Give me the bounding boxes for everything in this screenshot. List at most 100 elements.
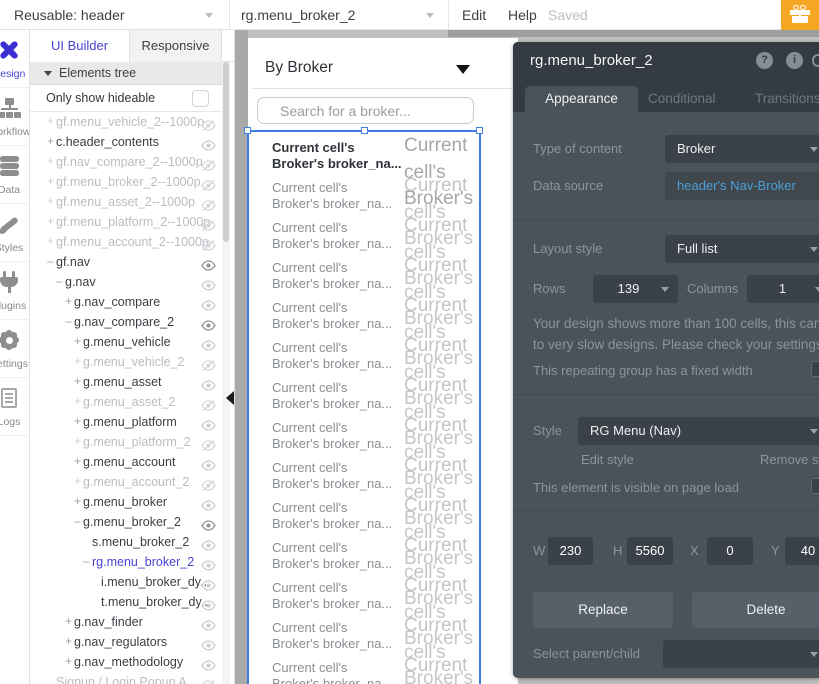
expand-icon[interactable]: +	[46, 172, 55, 192]
tree-item-gf-menu_broker_2-1000p[interactable]: + gf.menu_broker_2--1000p	[30, 172, 222, 192]
visible-on-load-checkbox[interactable]	[811, 478, 819, 494]
rail-item-settings[interactable]: Settings	[0, 320, 29, 378]
width-input[interactable]: 230	[548, 537, 593, 565]
tree-item-signup-login-popup-a[interactable]: Signup / Login Popup A	[30, 672, 222, 684]
columns-dropdown[interactable]: 1	[747, 275, 819, 303]
type-of-content-dropdown[interactable]: Broker	[665, 135, 819, 163]
collapse-icon[interactable]: –	[82, 552, 91, 572]
tab-ui-builder[interactable]: UI Builder	[30, 30, 130, 62]
resize-handle[interactable]	[361, 127, 368, 134]
rail-item-plugins[interactable]: Plugins	[0, 262, 29, 320]
expand-icon[interactable]: +	[73, 492, 82, 512]
tree-item-i-menu_broker_dy-[interactable]: i.menu_broker_dy...	[30, 572, 222, 592]
only-show-hideable-checkbox[interactable]	[192, 90, 209, 107]
tree-item-g-menu_broker[interactable]: + g.menu_broker	[30, 492, 222, 512]
tree-item-g-menu_vehicle[interactable]: + g.menu_vehicle	[30, 332, 222, 352]
tree-scrollbar[interactable]	[222, 62, 230, 684]
expand-icon[interactable]: +	[73, 472, 82, 492]
expand-icon[interactable]: +	[64, 652, 73, 672]
tree-item-gf-menu_asset_2-1000p[interactable]: + gf.menu_asset_2--1000p	[30, 192, 222, 212]
select-parent-dropdown[interactable]	[663, 640, 819, 668]
expand-icon[interactable]: +	[46, 232, 55, 252]
elements-tree-header[interactable]: Elements tree	[30, 62, 222, 85]
expand-icon[interactable]: +	[73, 392, 82, 412]
reusable-selector[interactable]: Reusable: header	[14, 0, 125, 30]
panel-collapse-icon[interactable]	[226, 391, 234, 405]
expand-icon[interactable]: +	[46, 212, 55, 232]
rail-item-workflow[interactable]: Workflow	[0, 88, 29, 146]
resize-handle[interactable]	[476, 127, 483, 134]
tab-conditional[interactable]: Conditional	[648, 86, 716, 112]
expand-icon[interactable]: +	[73, 372, 82, 392]
expand-icon[interactable]: +	[73, 352, 82, 372]
element-selector[interactable]: rg.menu_broker_2	[241, 0, 355, 30]
tree-item-g-menu_vehicle_2[interactable]: + g.menu_vehicle_2	[30, 352, 222, 372]
horizontal-scrollbar[interactable]	[448, 30, 819, 37]
expand-icon[interactable]: +	[46, 152, 55, 172]
expand-icon[interactable]: +	[73, 332, 82, 352]
fixed-width-checkbox[interactable]	[811, 361, 819, 377]
rail-item-data[interactable]: Data	[0, 146, 29, 204]
menu-edit[interactable]: Edit	[462, 0, 486, 30]
tree-item-g-nav[interactable]: – g.nav	[30, 272, 222, 292]
tree-item-g-nav_finder[interactable]: + g.nav_finder	[30, 612, 222, 632]
delete-button[interactable]: Delete	[692, 592, 819, 628]
tree-item-g-menu_asset_2[interactable]: + g.menu_asset_2	[30, 392, 222, 412]
tree-item-g-menu_account_2[interactable]: + g.menu_account_2	[30, 472, 222, 492]
expand-icon[interactable]: +	[73, 452, 82, 472]
menu-help[interactable]: Help	[508, 0, 537, 30]
rail-item-styles[interactable]: Styles	[0, 204, 29, 262]
y-input[interactable]: 40	[785, 537, 819, 565]
x-input[interactable]: 0	[707, 537, 753, 565]
tree-item-t-menu_broker_dy-[interactable]: t.menu_broker_dy...	[30, 592, 222, 612]
collapse-icon[interactable]: –	[46, 252, 55, 272]
rail-item-logs[interactable]: Logs	[0, 378, 29, 436]
tree-item-gf-menu_account_2-1000p[interactable]: + gf.menu_account_2--1000p	[30, 232, 222, 252]
tree-item-g-nav_compare[interactable]: + g.nav_compare	[30, 292, 222, 312]
chevron-down-icon[interactable]	[426, 13, 434, 18]
expand-icon[interactable]: +	[64, 632, 73, 652]
tree-item-g-nav_regulators[interactable]: + g.nav_regulators	[30, 632, 222, 652]
collapse-icon[interactable]: –	[64, 312, 73, 332]
resize-handle[interactable]	[244, 127, 251, 134]
tree-item-g-nav_methodology[interactable]: + g.nav_methodology	[30, 652, 222, 672]
rows-dropdown[interactable]: 139	[593, 275, 678, 303]
selection-outline[interactable]	[244, 127, 483, 684]
expand-icon[interactable]: +	[64, 292, 73, 312]
chat-icon[interactable]	[812, 54, 819, 67]
help-icon[interactable]: ?	[756, 52, 773, 69]
expand-icon[interactable]: +	[46, 192, 55, 212]
tree-item-gf-menu_platform_2-1000p[interactable]: + gf.menu_platform_2--1000p	[30, 212, 222, 232]
edit-style-link[interactable]: Edit style	[581, 452, 634, 467]
eye-slash-icon[interactable]	[201, 677, 216, 684]
chevron-down-icon[interactable]	[205, 13, 213, 18]
data-source-expression[interactable]: header's Nav-Broker	[665, 172, 819, 200]
expand-icon[interactable]: +	[64, 612, 73, 632]
tree-item-c-header_contents[interactable]: + c.header_contents	[30, 132, 222, 152]
height-input[interactable]: 5560	[627, 537, 673, 565]
replace-button[interactable]: Replace	[533, 592, 673, 628]
tree-item-rg-menu_broker_2[interactable]: – rg.menu_broker_2	[30, 552, 222, 572]
whats-new-button[interactable]	[781, 0, 819, 30]
tree-item-g-menu_platform[interactable]: + g.menu_platform	[30, 412, 222, 432]
expand-icon[interactable]: +	[46, 112, 55, 132]
tree-item-g-menu_account[interactable]: + g.menu_account	[30, 452, 222, 472]
style-dropdown[interactable]: RG Menu (Nav)	[578, 417, 819, 445]
expand-icon[interactable]: +	[46, 132, 55, 152]
tree-item-g-menu_broker_2[interactable]: – g.menu_broker_2	[30, 512, 222, 532]
tab-appearance[interactable]: Appearance	[525, 86, 638, 112]
tab-transitions[interactable]: Transitions	[755, 86, 819, 112]
layout-style-dropdown[interactable]: Full list	[665, 235, 819, 263]
tree-item-g-menu_platform_2[interactable]: + g.menu_platform_2	[30, 432, 222, 452]
tab-responsive[interactable]: Responsive	[130, 30, 222, 62]
collapse-icon[interactable]: –	[55, 272, 64, 292]
tree-item-g-nav_compare_2[interactable]: – g.nav_compare_2	[30, 312, 222, 332]
tree-item-gf-menu_vehicle_2-1000p[interactable]: + gf.menu_vehicle_2--1000p	[30, 112, 222, 132]
tree-item-gf-nav_compare_2-1000p[interactable]: + gf.nav_compare_2--1000p	[30, 152, 222, 172]
rail-item-design[interactable]: Design	[0, 30, 29, 88]
info-icon[interactable]: i	[786, 52, 803, 69]
tree-item-s-menu_broker_2[interactable]: s.menu_broker_2	[30, 532, 222, 552]
tree-item-gf-nav[interactable]: – gf.nav	[30, 252, 222, 272]
remove-style-link[interactable]: Remove style	[760, 452, 819, 467]
expand-icon[interactable]: +	[73, 412, 82, 432]
